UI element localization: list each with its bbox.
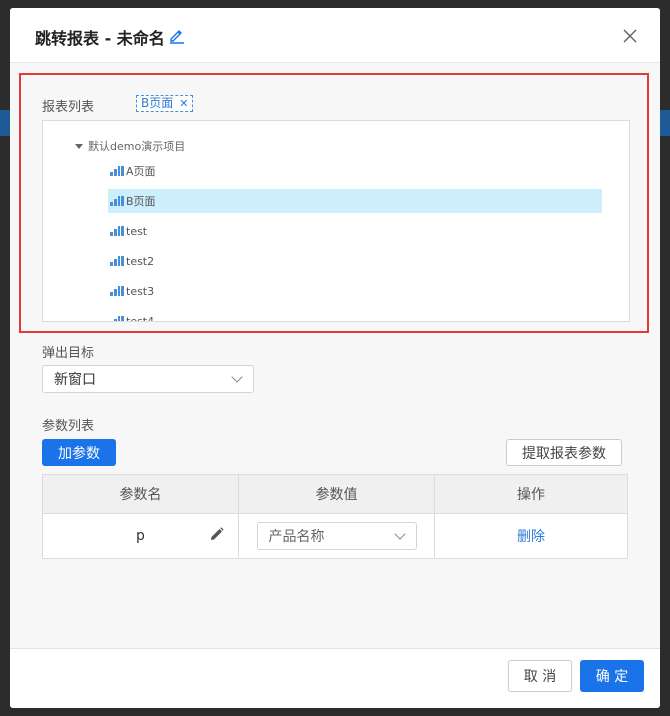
param-value-text: 产品名称 xyxy=(268,529,325,545)
tree-item-label: test xyxy=(126,224,148,238)
tree-item-report[interactable]: A页面 xyxy=(108,159,602,183)
column-header: 参数名 xyxy=(42,474,239,514)
extract-params-button[interactable]: 提取报表参数 xyxy=(506,439,622,466)
param-name-cell[interactable]: p xyxy=(42,513,239,559)
tree-project-node[interactable]: 默认demo演示项目 xyxy=(75,138,185,154)
popup-target-select[interactable]: 新窗口 xyxy=(42,365,254,393)
chevron-down-icon xyxy=(231,371,243,383)
bar-chart-icon xyxy=(110,196,124,206)
bar-chart-icon xyxy=(110,166,124,176)
remove-tag-icon[interactable]: ✕ xyxy=(179,95,188,112)
action-cell: 删除 xyxy=(434,513,628,559)
params-label: 参数列表 xyxy=(42,419,95,434)
column-header: 操作 xyxy=(434,474,628,514)
chevron-down-icon xyxy=(393,528,406,540)
ok-button[interactable]: 确 定 xyxy=(580,660,644,692)
report-tree[interactable]: 默认demo演示项目 A页面 B页面 test test2 test3 test… xyxy=(42,120,630,322)
table-header-row: 参数名 参数值 操作 xyxy=(42,474,628,514)
tree-item-label: test3 xyxy=(126,284,155,298)
tree-item-report[interactable]: test3 xyxy=(108,279,602,303)
delete-link[interactable]: 删除 xyxy=(517,529,545,545)
report-list-label: 报表列表 xyxy=(42,100,95,115)
param-name-value: p xyxy=(136,528,145,544)
tree-item-label: B页面 xyxy=(126,195,156,208)
tree-item-label: A页面 xyxy=(126,165,156,178)
param-value-select[interactable]: 产品名称 xyxy=(256,522,417,550)
dialog-header: 跳转报表 - 未命名 xyxy=(10,8,660,63)
tree-project-label: 默认demo演示项目 xyxy=(88,140,186,153)
pencil-icon[interactable] xyxy=(210,527,224,541)
params-table: 参数名 参数值 操作 p 产品名称 删除 xyxy=(42,474,628,559)
bar-chart-icon xyxy=(110,316,124,321)
bar-chart-icon xyxy=(110,256,124,266)
edit-icon[interactable] xyxy=(168,26,186,44)
popup-target-value: 新窗口 xyxy=(54,372,96,388)
dialog-title: 跳转报表 - 未命名 xyxy=(35,29,165,48)
tree-item-report[interactable]: test xyxy=(108,219,602,243)
column-header: 参数值 xyxy=(238,474,435,514)
cancel-button[interactable]: 取 消 xyxy=(508,660,572,692)
table-row: p 产品名称 删除 xyxy=(42,513,628,559)
tree-item-report[interactable]: test4 xyxy=(108,309,602,322)
selected-report-tag[interactable]: B页面 ✕ xyxy=(136,95,194,112)
add-param-button[interactable]: 加参数 xyxy=(42,439,116,466)
tree-item-report[interactable]: test2 xyxy=(108,249,602,273)
param-value-cell: 产品名称 xyxy=(238,513,435,559)
dialog-footer: 取 消 确 定 xyxy=(10,648,660,708)
jump-report-dialog: 跳转报表 - 未命名 报表列表 B页面 ✕ 默认demo演示项目 A页面 B页面 xyxy=(10,8,660,708)
close-icon[interactable] xyxy=(622,28,638,44)
tree-item-label: test4 xyxy=(126,314,155,322)
tree-item-report-selected[interactable]: B页面 xyxy=(108,189,602,213)
selected-report-tag-text: B页面 xyxy=(141,96,174,110)
caret-down-icon[interactable] xyxy=(75,143,83,149)
tree-item-label: test2 xyxy=(126,254,155,268)
bar-chart-icon xyxy=(110,226,124,236)
bar-chart-icon xyxy=(110,286,124,296)
popup-target-label: 弹出目标 xyxy=(42,346,95,361)
